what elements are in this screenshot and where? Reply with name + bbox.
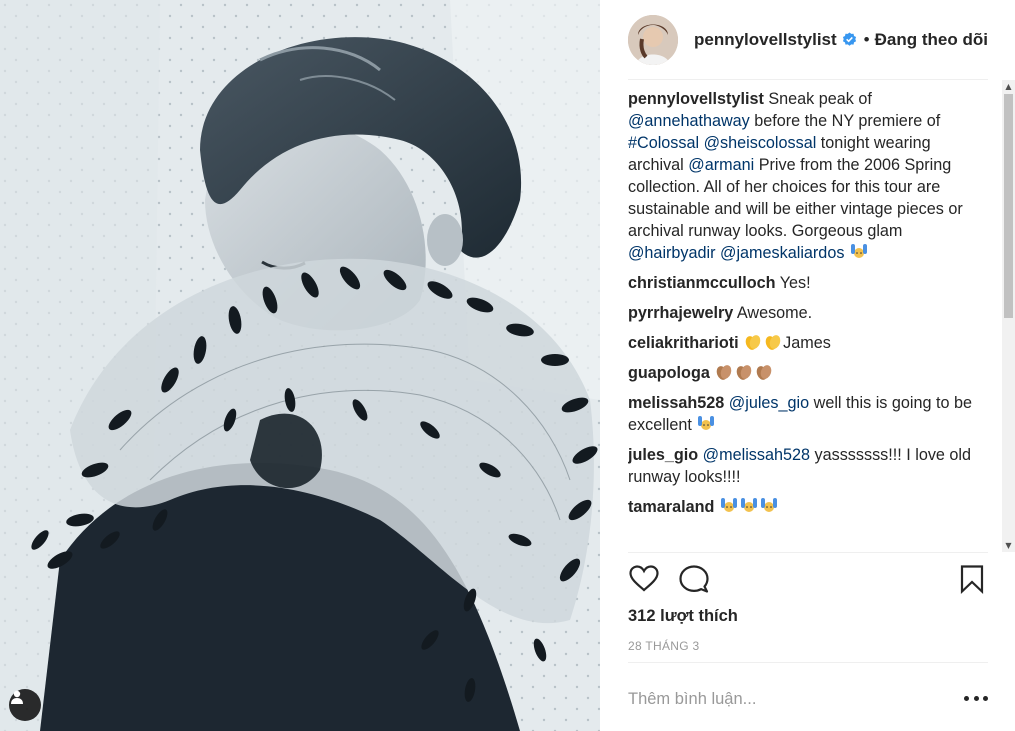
raising-hands-emoji-icon [759, 497, 779, 515]
mention-link[interactable]: @hairbyadir [628, 244, 716, 262]
clapping-hands-emoji-icon [763, 333, 783, 351]
mention-link[interactable]: @melissah528 [703, 446, 810, 464]
clapping-hands-emoji-icon [754, 363, 774, 381]
caption-text: Sneak peak of [763, 90, 872, 108]
comment-username[interactable]: tamaraland [628, 498, 714, 516]
comment-username[interactable]: pyrrhajewelry [628, 304, 733, 322]
dot [983, 695, 988, 701]
caption-username[interactable]: pennylovellstylist [628, 90, 764, 108]
post-actions [628, 563, 988, 599]
raising-hands-emoji-icon [719, 497, 739, 515]
raising-hands-emoji-icon [696, 415, 716, 433]
divider [628, 662, 988, 663]
caption-text: before the NY premiere of [749, 112, 941, 130]
mention-link[interactable]: @jameskaliardos [720, 244, 844, 262]
dot [964, 695, 969, 701]
comment-item: celiakritharioti James [628, 332, 988, 354]
scroll-down-arrow-icon[interactable]: ▼ [1002, 539, 1015, 552]
raising-hands-emoji-icon [849, 243, 869, 261]
comment-item: pyrrhajewelry Awesome. [628, 302, 988, 324]
comment-item: guapologa [628, 362, 988, 384]
comment-text: Awesome. [733, 304, 813, 322]
header-username[interactable]: pennylovellstylist [694, 30, 837, 50]
comment-username[interactable]: melissah528 [628, 394, 724, 412]
heart-icon[interactable] [628, 563, 660, 595]
following-button[interactable]: Đang theo dõi [875, 30, 988, 50]
scroll-up-arrow-icon[interactable]: ▲ [1002, 80, 1015, 93]
comment-icon[interactable] [678, 563, 710, 595]
mention-link[interactable]: @sheiscolossal [704, 134, 817, 152]
clapping-hands-emoji-icon [734, 363, 754, 381]
user-tag-icon[interactable] [9, 689, 41, 721]
caption: pennylovellstylist Sneak peak of @anneha… [628, 88, 988, 264]
post-photo[interactable] [0, 0, 600, 731]
verified-badge-icon [842, 32, 857, 47]
comment-username[interactable]: christianmcculloch [628, 274, 776, 292]
comment-username[interactable]: jules_gio [628, 446, 698, 464]
dot [973, 695, 979, 701]
comment-item: tamaraland [628, 496, 988, 518]
mention-link[interactable]: @jules_gio [729, 394, 809, 412]
likes-count[interactable]: 312 lượt thích [628, 607, 738, 626]
scrollbar-thumb[interactable] [1004, 94, 1013, 318]
comment-item: christianmcculloch Yes! [628, 272, 988, 294]
post-header: pennylovellstylist • Đang theo dõi [628, 0, 988, 80]
clapping-hands-emoji-icon [743, 333, 763, 351]
post-date: 28 THÁNG 3 [628, 639, 700, 653]
raising-hands-emoji-icon [739, 497, 759, 515]
comment-username[interactable]: guapologa [628, 364, 710, 382]
comments-scrollbar[interactable]: ▲ ▼ [1002, 80, 1015, 552]
comment-text: James [783, 334, 831, 352]
comment-item: melissah528 @jules_gio well this is goin… [628, 392, 988, 436]
comment-item: jules_gio @melissah528 yasssssss!!! I lo… [628, 444, 988, 488]
more-options-icon[interactable] [964, 690, 988, 706]
add-comment-input[interactable] [628, 688, 948, 710]
comment-text: Yes! [775, 274, 811, 292]
comment-username[interactable]: celiakritharioti [628, 334, 739, 352]
separator-dot: • [863, 29, 870, 49]
clapping-hands-emoji-icon [714, 363, 734, 381]
mention-link[interactable]: @annehathaway [628, 112, 750, 130]
hashtag-link[interactable]: #Colossal [628, 134, 699, 152]
avatar[interactable] [628, 14, 678, 65]
post-image [0, 0, 600, 731]
divider [628, 552, 988, 553]
bookmark-icon[interactable] [956, 563, 988, 595]
comments-list[interactable]: pennylovellstylist Sneak peak of @anneha… [628, 88, 988, 550]
mention-link[interactable]: @armani [688, 156, 754, 174]
